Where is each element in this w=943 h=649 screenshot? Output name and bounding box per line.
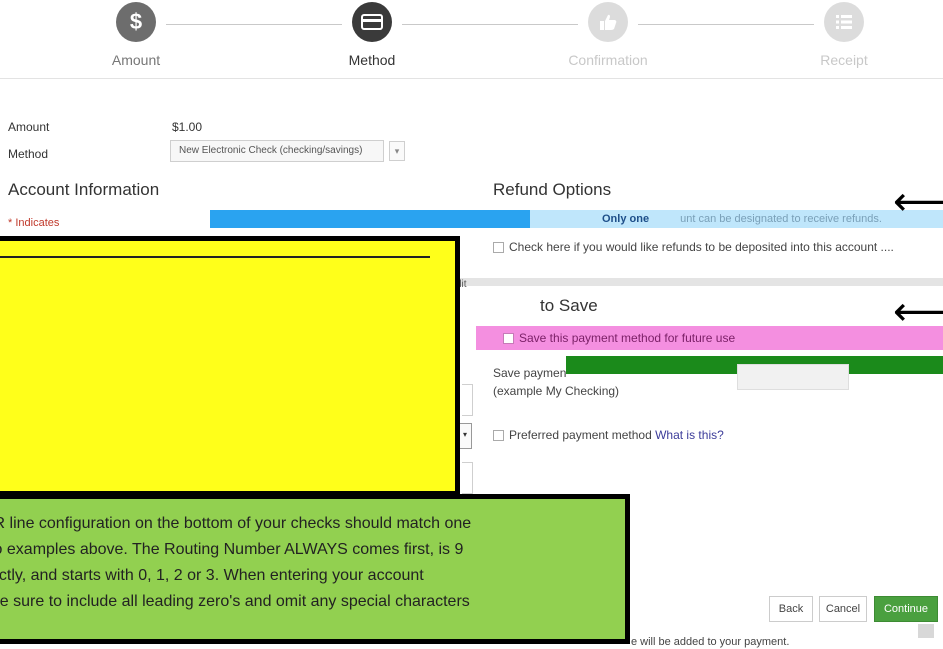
save-options-heading: to Save <box>540 296 598 315</box>
help-icon <box>918 624 934 638</box>
preferred-method-row[interactable]: Preferred payment method What is this? <box>493 428 724 442</box>
list-icon <box>824 2 864 42</box>
step-label: Receipt <box>820 52 868 68</box>
step-label: Amount <box>111 52 161 68</box>
progress-stepper: $ Amount Method Confirmation Receipt <box>0 0 943 80</box>
what-is-this-link[interactable]: What is this? <box>655 428 724 442</box>
step-receipt: Receipt <box>764 2 924 68</box>
step-label: Confirmation <box>568 52 648 68</box>
amount-label: Amount <box>8 120 50 134</box>
arrow-left-icon: ⟵ <box>893 290 943 334</box>
divider-strip <box>460 278 943 286</box>
highlight-rule <box>0 256 430 258</box>
step-amount: $ Amount <box>56 2 216 68</box>
note-line: CR line configuration on the bottom of y… <box>0 515 472 532</box>
thumbs-up-icon <box>588 2 628 42</box>
payment-name-label-line1: Save paymen <box>493 366 567 380</box>
back-button[interactable]: Back <box>769 596 813 622</box>
note-line: , be sure to include all leading zero's … <box>0 593 470 610</box>
highlight-box <box>0 236 460 496</box>
save-payment-checkbox-row[interactable]: Save this payment method for future use <box>476 326 943 350</box>
method-select[interactable]: New Electronic Check (checking/savings) <box>170 140 384 162</box>
refund-banner-text: unt can be designated to receive refunds… <box>680 213 882 225</box>
refund-options-heading: Refund Options <box>493 180 612 199</box>
divider <box>0 78 943 79</box>
preferred-method-label: Preferred payment method <box>509 428 652 442</box>
refund-checkbox-label: Check here if you would like refunds to … <box>509 240 894 254</box>
fee-footnote: e will be added to your payment. <box>631 636 790 648</box>
payment-name-input[interactable] <box>737 364 849 390</box>
arrow-left-icon: ⟵ <box>893 180 943 224</box>
cancel-button[interactable]: Cancel <box>819 596 867 622</box>
note-line: xactly, and starts with 0, 1, 2 or 3. Wh… <box>0 567 424 584</box>
account-type-select[interactable]: ▾ <box>458 423 472 449</box>
preferred-method-checkbox[interactable] <box>493 430 504 442</box>
card-icon <box>352 2 392 42</box>
required-note: * Indicates <box>8 217 60 229</box>
refund-checkbox-row[interactable]: Check here if you would like refunds to … <box>493 240 894 254</box>
step-confirmation: Confirmation <box>528 2 688 68</box>
step-method: Method <box>292 2 452 68</box>
step-label: Method <box>348 52 396 68</box>
save-payment-label: Save this payment method for future use <box>519 331 736 345</box>
refund-info-banner: Only one unt can be designated to receiv… <box>530 210 943 228</box>
chevron-down-icon[interactable]: ▾ <box>389 141 405 161</box>
refund-banner-strong: Only one <box>602 213 650 225</box>
account-info-heading: Account Information <box>8 180 160 199</box>
account-field-edge[interactable] <box>462 462 473 494</box>
payment-name-label-line2: (example My Checking) <box>493 384 620 398</box>
method-label: Method <box>8 147 49 161</box>
continue-button[interactable]: Continue <box>874 596 938 622</box>
routing-number-note: CR line configuration on the bottom of y… <box>0 494 630 644</box>
refund-checkbox[interactable] <box>493 242 504 254</box>
amount-value: $1.00 <box>172 120 203 134</box>
save-payment-checkbox[interactable] <box>503 333 514 345</box>
note-line: wo examples above. The Routing Number AL… <box>0 541 464 558</box>
payment-name-label: Save paymen (example My Checking) <box>493 364 619 400</box>
dollar-icon: $ <box>116 2 156 42</box>
account-field-edge[interactable] <box>462 384 473 416</box>
